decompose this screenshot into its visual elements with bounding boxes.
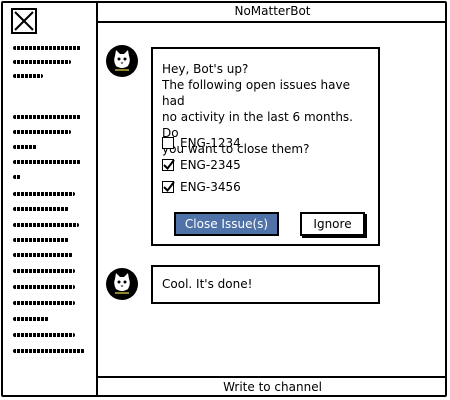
message-line: Hey, Bot's up? [162,62,249,76]
sidebar-item-placeholder[interactable] [13,60,71,64]
cat-icon [114,50,130,71]
sidebar-item-placeholder[interactable] [13,207,69,211]
sidebar-item-placeholder[interactable] [13,317,49,321]
bot-avatar[interactable] [106,268,138,300]
sidebar-item-placeholder[interactable] [13,301,75,305]
cat-icon [114,273,130,294]
channel-header: NoMatterBot [98,1,447,23]
sidebar-item-placeholder[interactable] [13,160,81,164]
issue-option[interactable]: ENG-1234 [162,134,241,152]
checkbox-checked[interactable] [162,159,175,171]
sidebar-item-placeholder[interactable] [13,238,69,242]
issue-option[interactable]: ENG-2345 [162,156,241,174]
ignore-button[interactable]: Ignore [300,212,365,236]
sidebar-item-placeholder[interactable] [13,115,81,119]
checkmark-icon [163,159,175,171]
issue-label: ENG-1234 [180,136,241,150]
message-text: Cool. It's done! [162,277,253,291]
sidebar-item-placeholder[interactable] [13,130,71,134]
message-line: The following open issues have had [162,78,350,108]
checkbox-checked[interactable] [162,181,175,193]
sidebar [1,1,98,397]
sidebar-item-placeholder[interactable] [13,269,75,273]
sidebar-item-placeholder[interactable] [13,74,43,78]
sidebar-item-placeholder[interactable] [13,192,75,196]
issue-label: ENG-2345 [180,158,241,172]
issue-option[interactable]: ENG-3456 [162,178,241,196]
issue-label: ENG-3456 [180,180,241,194]
close-icon[interactable] [11,8,37,34]
bot-message-card: Hey, Bot's up? The following open issues… [151,47,380,246]
checkmark-icon [163,181,175,193]
sidebar-item-placeholder[interactable] [13,285,75,289]
bot-message-card: Cool. It's done! [151,265,380,304]
sidebar-item-placeholder[interactable] [13,333,75,337]
message-composer[interactable]: Write to channel [98,376,447,397]
composer-label: Write to channel [223,380,322,394]
sidebar-item-placeholder[interactable] [13,253,73,257]
sidebar-item-placeholder[interactable] [13,349,85,353]
sidebar-item-placeholder[interactable] [13,46,81,50]
bot-avatar[interactable] [106,45,138,77]
sidebar-item-placeholder[interactable] [13,175,21,179]
close-issues-button[interactable]: Close Issue(s) [174,212,279,236]
sidebar-item-placeholder[interactable] [13,145,37,149]
checkbox-unchecked[interactable] [162,137,174,149]
channel-title: NoMatterBot [234,4,311,18]
sidebar-item-placeholder[interactable] [13,223,79,227]
